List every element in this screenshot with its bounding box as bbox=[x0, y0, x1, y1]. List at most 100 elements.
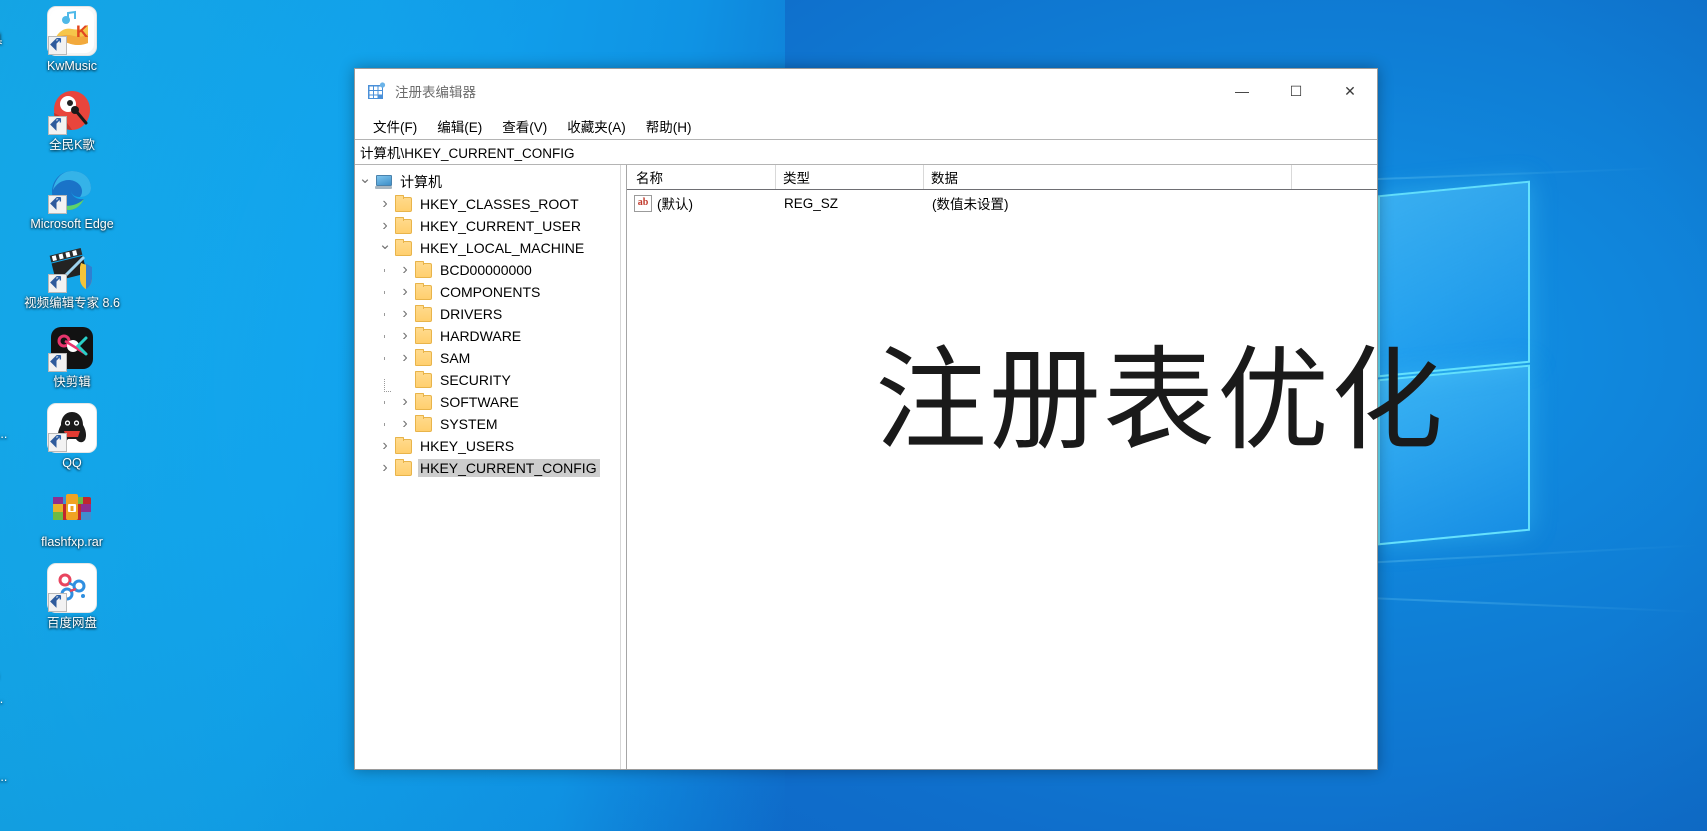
address-bar-path: 计算机\HKEY_CURRENT_CONFIG bbox=[360, 146, 575, 161]
chevron-right-icon[interactable] bbox=[395, 350, 415, 366]
folder-icon bbox=[415, 260, 432, 278]
folder-icon bbox=[395, 458, 412, 476]
menu-help[interactable]: 帮助(H) bbox=[639, 114, 699, 138]
tree-item-label: HKEY_CURRENT_USER bbox=[420, 218, 582, 234]
shortcut-overlay-icon bbox=[48, 351, 67, 372]
registry-editor-window: 注册表编辑器 — ☐ ✕ 文件(F) 编辑(E) 查看(V) 收藏夹(A) 帮助… bbox=[354, 68, 1443, 770]
tree-item-security[interactable]: SECURITY bbox=[355, 369, 620, 392]
kwmusic-icon: K bbox=[47, 6, 97, 56]
minimize-button[interactable]: — bbox=[1215, 69, 1269, 113]
shortcut-overlay-icon bbox=[48, 193, 67, 214]
close-button[interactable]: ✕ bbox=[1323, 69, 1377, 113]
tree-item-label: BCD00000000 bbox=[440, 262, 532, 278]
tree-item-hkey-local-machine[interactable]: HKEY_LOCAL_MACHINE bbox=[355, 237, 620, 259]
desktop-icon-label: 视频编辑专家 8.6 bbox=[24, 296, 120, 310]
tree-item-software[interactable]: SOFTWARE bbox=[355, 391, 620, 413]
folder-icon bbox=[415, 348, 432, 366]
folder-icon bbox=[415, 414, 432, 432]
tree-item-components[interactable]: COMPONENTS bbox=[355, 281, 620, 303]
window-title: 注册表编辑器 bbox=[395, 85, 476, 100]
tree-item-label: COMPONENTS bbox=[440, 284, 541, 300]
desktop-icon-qq[interactable]: QQ bbox=[14, 403, 130, 471]
desktop-icon-label: 快剪辑 bbox=[53, 375, 91, 389]
tree-item-label: SAM bbox=[440, 350, 471, 366]
chevron-right-icon[interactable] bbox=[375, 460, 395, 476]
desktop-icon-label: 全民K歌 bbox=[49, 138, 95, 152]
menu-favorites[interactable]: 收藏夹(A) bbox=[560, 114, 633, 138]
desktop-icon-flashfxp-rar[interactable]: flashfxp.rar bbox=[14, 484, 130, 550]
value-row-default[interactable]: ab (默认) REG_SZ (数值未设置) bbox=[627, 192, 1377, 214]
tree-item-label: DRIVERS bbox=[440, 306, 503, 322]
desktop-icon-microsoft-edge[interactable]: Microsoft Edge bbox=[14, 166, 130, 232]
chevron-right-icon[interactable] bbox=[395, 306, 415, 322]
folder-icon bbox=[415, 304, 432, 322]
shortcut-overlay-icon bbox=[48, 114, 67, 135]
column-header-name[interactable]: 名称 bbox=[627, 165, 775, 189]
folder-icon bbox=[395, 194, 412, 212]
shortcut-overlay-icon bbox=[48, 272, 67, 293]
chevron-right-icon[interactable] bbox=[395, 284, 415, 300]
column-header-filler bbox=[1291, 165, 1377, 189]
shortcut-overlay-icon bbox=[48, 431, 67, 452]
tree-item-sam[interactable]: SAM bbox=[355, 347, 620, 369]
registry-tree-pane[interactable]: 计算机 HKEY_CLASSES_ROOT HKEY_CURRENT_USER … bbox=[355, 165, 620, 769]
baidu-netdisk-icon bbox=[47, 563, 97, 613]
window-titlebar[interactable]: 注册表编辑器 — ☐ ✕ bbox=[355, 69, 1377, 113]
chevron-right-icon[interactable] bbox=[395, 416, 415, 432]
folder-icon bbox=[395, 238, 412, 256]
desktop-icon-kwmusic[interactable]: K KwMusic bbox=[14, 6, 130, 74]
desktop-icon-label: flashfxp.rar bbox=[41, 535, 103, 549]
svg-text:K: K bbox=[76, 22, 89, 41]
chevron-down-icon[interactable] bbox=[355, 175, 375, 190]
chevron-right-icon[interactable] bbox=[395, 328, 415, 344]
pane-splitter[interactable] bbox=[620, 165, 627, 769]
registry-values-pane[interactable]: 名称 类型 数据 ab (默认) REG_SZ (数值未设置) 注册表优化 bbox=[627, 165, 1443, 769]
desktop-icon-quanmin-k-song[interactable]: 全民K歌 bbox=[14, 87, 130, 153]
tree-item-hkey-users[interactable]: HKEY_USERS bbox=[355, 435, 620, 457]
tree-item-computer[interactable]: 计算机 bbox=[355, 171, 620, 193]
tree-item-system[interactable]: SYSTEM bbox=[355, 413, 620, 435]
tree-item-hkey-current-config[interactable]: HKEY_CURRENT_CONFIG bbox=[355, 457, 620, 479]
desktop-icon-label: KwMusic bbox=[46, 59, 97, 73]
menu-file[interactable]: 文件(F) bbox=[366, 114, 424, 138]
value-name-cell: ab (默认) bbox=[627, 193, 775, 213]
tree-item-label: HKEY_LOCAL_MACHINE bbox=[420, 240, 585, 256]
column-header-type[interactable]: 类型 bbox=[775, 165, 923, 189]
window-body: 计算机 HKEY_CLASSES_ROOT HKEY_CURRENT_USER … bbox=[355, 165, 1443, 769]
desktop-icon-column: K KwMusic 全民K歌 bbox=[14, 6, 130, 644]
menu-view[interactable]: 查看(V) bbox=[495, 114, 554, 138]
tree-item-label: SYSTEM bbox=[440, 416, 498, 432]
string-value-icon: ab bbox=[634, 194, 652, 212]
tree-item-bcd00000000[interactable]: BCD00000000 bbox=[355, 259, 620, 281]
clipped-desktop-label: 具 bbox=[0, 28, 3, 47]
column-header-data[interactable]: 数据 bbox=[923, 165, 1291, 189]
chevron-right-icon[interactable] bbox=[375, 196, 395, 212]
tree-item-hkey-current-user[interactable]: HKEY_CURRENT_USER bbox=[355, 215, 620, 237]
desktop-icon-baidu-netdisk[interactable]: 百度网盘 bbox=[14, 563, 130, 631]
tree-item-hkey-classes-root[interactable]: HKEY_CLASSES_ROOT bbox=[355, 193, 620, 215]
chevron-right-icon[interactable] bbox=[375, 218, 395, 234]
tree-item-label: HARDWARE bbox=[440, 328, 522, 344]
maximize-button[interactable]: ☐ bbox=[1269, 69, 1323, 113]
desktop-icon-video-editor[interactable]: 视频编辑专家 8.6 bbox=[14, 245, 130, 311]
menu-edit[interactable]: 编辑(E) bbox=[430, 114, 489, 138]
chevron-right-icon[interactable] bbox=[395, 394, 415, 410]
clipped-desktop-label: e... bbox=[0, 770, 8, 784]
desktop-icon-kuaijianji[interactable]: 快剪辑 bbox=[14, 324, 130, 390]
chevron-right-icon[interactable] bbox=[375, 438, 395, 454]
winrar-archive-icon bbox=[48, 484, 96, 532]
tree-item-hardware[interactable]: HARDWARE bbox=[355, 325, 620, 347]
desktop-icon-label: QQ bbox=[62, 456, 82, 470]
overlay-annotation-text: 注册表优化 bbox=[875, 336, 1445, 466]
chevron-down-icon[interactable] bbox=[375, 241, 395, 256]
address-bar[interactable]: 计算机\HKEY_CURRENT_CONFIG bbox=[355, 139, 1377, 165]
tree-item-label: SECURITY bbox=[440, 372, 511, 388]
registry-editor-icon bbox=[367, 81, 386, 101]
value-name-text: (默认) bbox=[657, 197, 693, 212]
folder-icon bbox=[415, 282, 432, 300]
computer-icon bbox=[375, 175, 392, 189]
menu-bar: 文件(F) 编辑(E) 查看(V) 收藏夹(A) 帮助(H) bbox=[355, 113, 1377, 139]
chevron-right-icon[interactable] bbox=[395, 262, 415, 278]
tree-item-drivers[interactable]: DRIVERS bbox=[355, 303, 620, 325]
desktop-icon-label: Microsoft Edge bbox=[30, 217, 114, 231]
